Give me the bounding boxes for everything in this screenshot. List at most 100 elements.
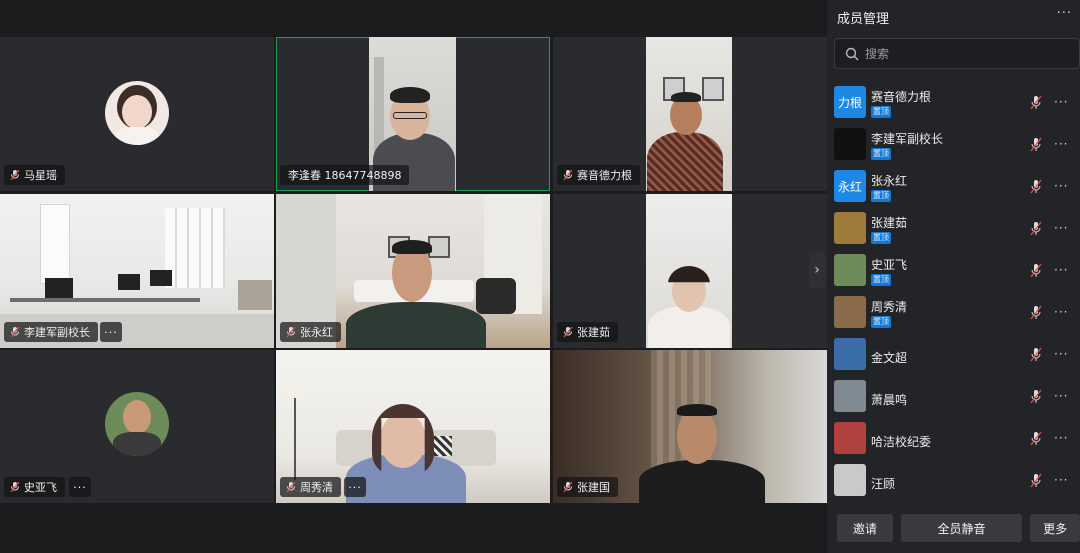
member-avatar [834,380,866,412]
member-name: 赛音德力根 [871,90,932,104]
mic-muted-icon[interactable] [1030,179,1042,194]
mic-muted-icon [10,326,20,338]
member-panel: 成员管理 ··· 力根赛音德力根置顶···李建军副校长置顶···永红张永红置顶·… [827,0,1080,553]
member-row[interactable]: 周秀清 置顶 ··· [827,294,1080,336]
mic-muted-icon[interactable] [1030,263,1042,278]
participant-name-tag: 马星瑶 [4,165,65,185]
mic-muted-icon[interactable] [1030,95,1042,110]
mic-muted-icon[interactable] [1030,137,1042,152]
member-avatar: 永红 [834,170,866,202]
video-tile[interactable]: 赛音德力根 [553,37,827,191]
mute-all-button[interactable]: 全员静音 [900,514,1023,542]
member-row[interactable]: 萧晨鸣 ··· [827,378,1080,420]
participant-name: 张建茹 [577,326,610,339]
video-tile[interactable]: 李建军副校长 ··· [0,194,274,348]
member-more-button[interactable]: ··· [1054,263,1068,277]
member-row[interactable]: 力根 赛音德力根置顶 ··· [827,84,1080,126]
video-tile[interactable]: 史亚飞 ··· [0,350,274,503]
participant-avatar [105,81,169,145]
pinned-badge: 置顶 [871,106,891,118]
next-page-arrow[interactable]: › [809,252,825,288]
mic-muted-icon [286,326,296,338]
panel-footer: 邀请 全员静音 更多 [827,514,1080,553]
member-list: 力根 赛音德力根 置顶 ··· 李建军副校长 置顶 ··· 永红 张永红 置顶 ··· 张建茹 置顶 ··… [827,84,1080,504]
mic-muted-icon [286,481,296,493]
member-row[interactable]: 张建茹置顶 ··· [827,210,1080,252]
member-avatar: 力根 [834,86,866,118]
video-tile[interactable]: 张永红 [276,194,550,348]
meeting-window: 马星瑶 李逢春 18647748898 赛音德力根 李建军副校长 ··· 张永红… [0,0,1080,553]
tile-more-button[interactable]: ··· [69,477,91,497]
mic-muted-icon [10,169,20,181]
participant-avatar [105,392,169,456]
panel-title: 成员管理 [837,12,890,27]
member-name: 汪顾 [871,477,896,491]
participant-name: 张建国 [577,481,610,494]
member-more-button[interactable]: ··· [1054,431,1068,445]
tile-more-button[interactable]: ··· [100,322,122,342]
pinned-badge: 置顶 [871,148,891,160]
tile-more-button[interactable]: ··· [344,477,366,497]
member-more-button[interactable]: ··· [1054,389,1068,403]
mic-muted-icon[interactable] [1030,431,1042,446]
member-more-button[interactable]: ··· [1054,221,1068,235]
member-name: 史亚飞 [871,258,908,272]
participant-name: 马星瑶 [24,169,57,182]
video-tile[interactable]: 马星瑶 [0,37,274,191]
member-more-button[interactable]: ··· [1054,137,1068,151]
member-row[interactable]: 哈洁校纪委 ··· [827,420,1080,462]
member-avatar [834,296,866,328]
member-more-button[interactable]: ··· [1054,347,1068,361]
member-name: 张建茹 [871,216,908,230]
member-avatar [834,128,866,160]
participant-name: 李逢春 18647748898 [288,169,402,182]
member-more-button[interactable]: ··· [1054,305,1068,319]
mic-muted-icon[interactable] [1030,347,1042,362]
participant-name-tag: 张建国 [557,477,618,497]
member-row[interactable]: 李建军副校长 置顶 ··· [827,126,1080,168]
pinned-badge: 置顶 [871,232,891,244]
search-box[interactable] [834,38,1080,69]
video-tile-active[interactable]: 李逢春 18647748898 [276,37,550,191]
mic-muted-icon [10,481,20,493]
video-tile[interactable]: 张建茹 [553,194,827,348]
mic-muted-icon[interactable] [1030,221,1042,236]
member-name: 萧晨鸣 [871,393,908,407]
member-more-button[interactable]: ··· [1054,95,1068,109]
member-more-button[interactable]: ··· [1054,179,1068,193]
more-button[interactable]: 更多 [1030,514,1080,542]
participant-name-tag: 李建军副校长 [4,322,98,342]
mic-muted-icon[interactable] [1030,389,1042,404]
member-avatar [834,464,866,496]
member-row[interactable]: 汪顾 ··· [827,462,1080,504]
member-avatar [834,422,866,454]
video-tile[interactable]: 周秀清 ··· [276,350,550,503]
member-row[interactable]: 金文超 ··· [827,336,1080,378]
video-feed [646,37,732,191]
member-avatar [834,338,866,370]
video-tile[interactable]: 张建国 [553,350,827,503]
more-horizontal-icon[interactable]: ··· [1057,6,1072,21]
participant-name-tag: 周秀清 [280,477,341,497]
member-row[interactable]: 永红 张永红 置顶 ··· [827,168,1080,210]
mic-muted-icon [563,326,573,338]
video-feed [646,194,732,348]
search-input[interactable] [865,46,1065,61]
participant-name: 李建军副校长 [24,326,90,339]
pinned-badge: 置顶 [871,316,891,328]
participant-name-tag: 张永红 [280,322,341,342]
invite-button[interactable]: 邀请 [837,514,893,542]
mic-muted-icon[interactable] [1030,305,1042,320]
search-icon [845,47,859,60]
mic-muted-icon[interactable] [1030,473,1042,488]
member-more-button[interactable]: ··· [1054,473,1068,487]
participant-name-tag: 赛音德力根 [557,165,640,185]
participant-name: 周秀清 [300,481,333,494]
participant-name: 史亚飞 [24,481,57,494]
member-row[interactable]: 史亚飞 置顶 ··· [827,252,1080,294]
participant-name: 赛音德力根 [577,169,632,182]
participant-name-tag: 张建茹 [557,322,618,342]
video-grid: 马星瑶 李逢春 18647748898 赛音德力根 李建军副校长 ··· 张永红… [0,37,827,503]
member-name: 李建军副校长 [871,132,944,146]
pinned-badge: 置顶 [871,190,891,202]
